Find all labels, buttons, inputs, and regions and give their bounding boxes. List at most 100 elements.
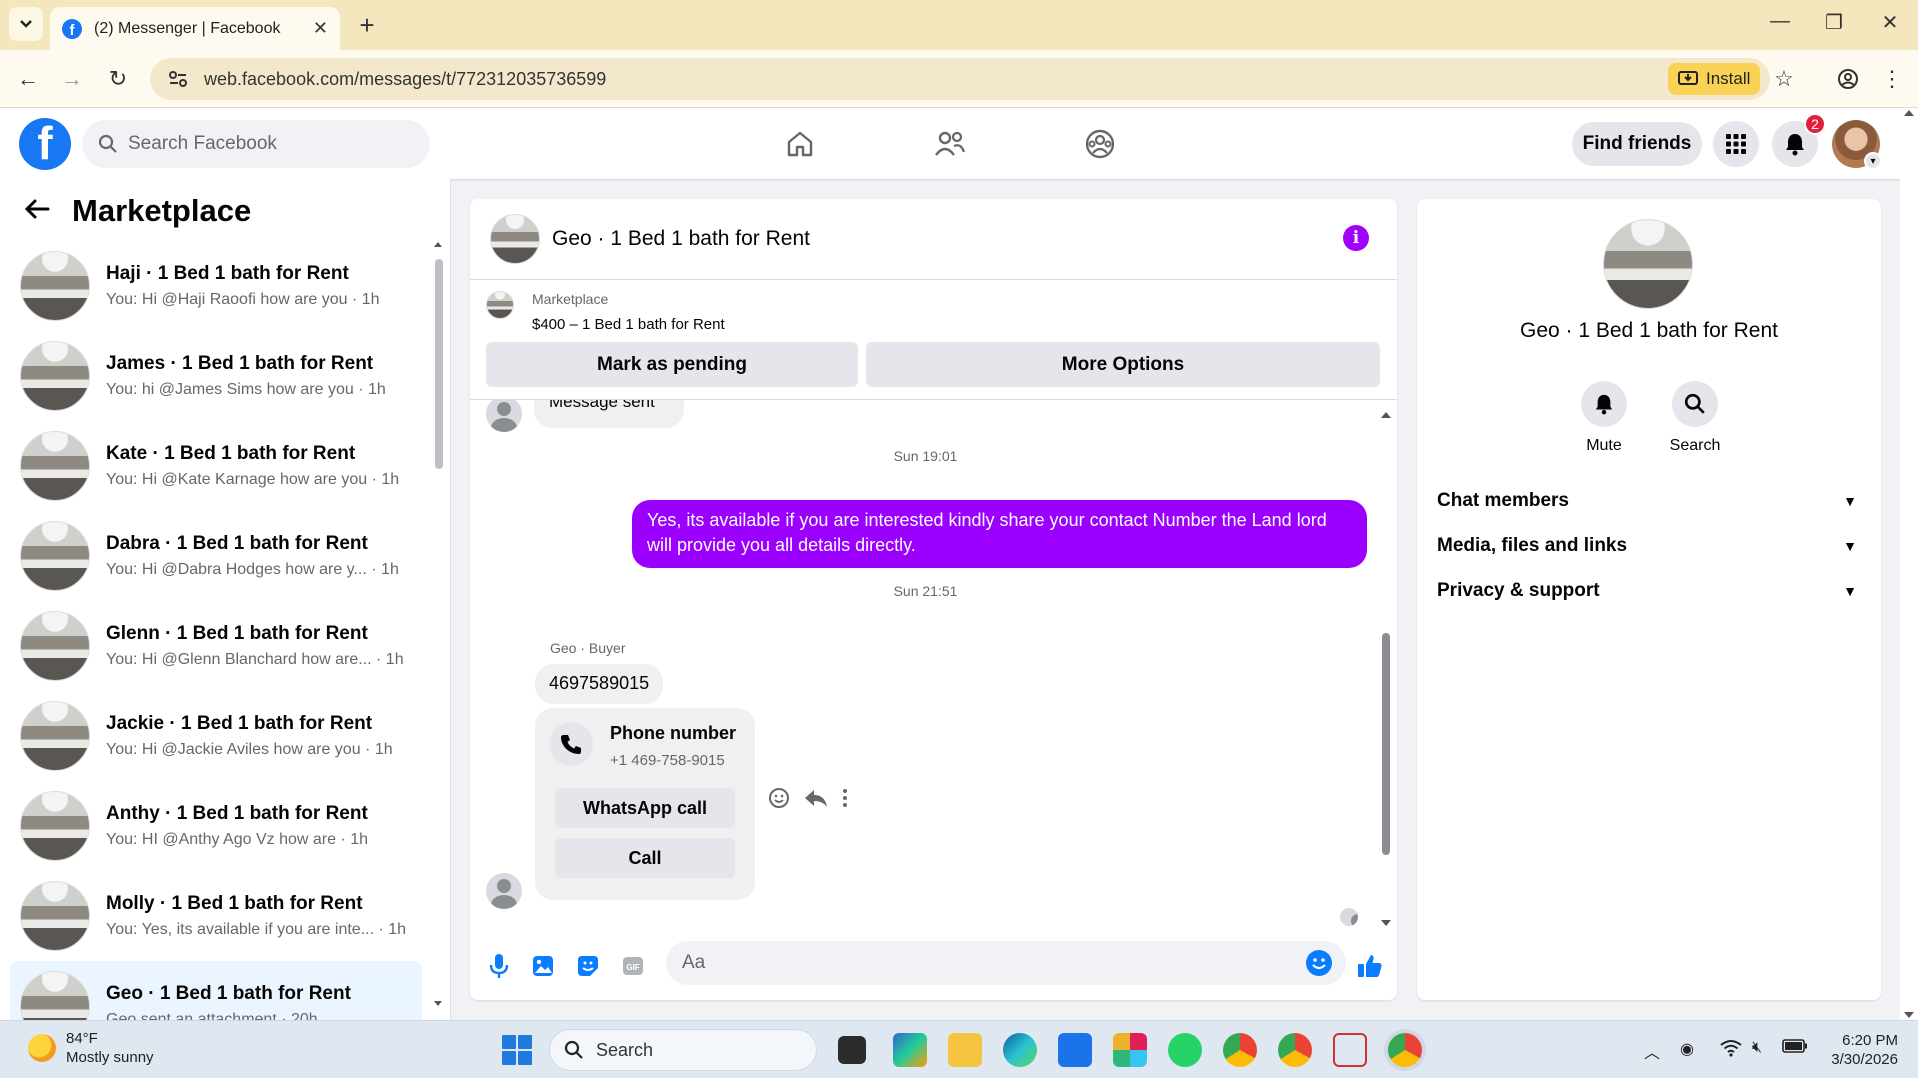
wifi-icon[interactable]	[1720, 1039, 1742, 1062]
privacy-support-section[interactable]: Privacy & support ▼	[1437, 580, 1857, 602]
facebook-header: f Search Facebook Find friends 2 ▾	[0, 108, 1900, 179]
minimize-icon[interactable]: —	[1760, 10, 1800, 33]
slack-icon[interactable]	[1113, 1033, 1147, 1067]
browser-menu-icon[interactable]: ⋮	[1876, 63, 1908, 95]
sender-avatar	[486, 400, 522, 432]
info-title: Geo · 1 Bed 1 bath for Rent	[1520, 319, 1778, 342]
forward-icon[interactable]: →	[56, 63, 88, 95]
more-options-button[interactable]: More Options	[866, 342, 1380, 387]
photo-icon[interactable]	[530, 953, 556, 979]
microsoft-365-icon[interactable]	[893, 1033, 927, 1067]
close-tab-icon[interactable]: ✕	[313, 18, 328, 39]
emoji-icon[interactable]	[1306, 950, 1332, 976]
restore-icon[interactable]: ❐	[1814, 10, 1854, 35]
address-bar[interactable]: web.facebook.com/messages/t/772312035736…	[150, 58, 1770, 100]
battery-icon[interactable]	[1782, 1039, 1808, 1058]
conversation-item[interactable]: Glenn · 1 Bed 1 bath for Rent You: Hi @Gl…	[10, 601, 422, 691]
find-friends-button[interactable]: Find friends	[1572, 122, 1702, 166]
whatsapp-icon[interactable]	[1168, 1033, 1202, 1067]
conversation-item[interactable]: Jackie · 1 Bed 1 bath for Rent You: Hi @J…	[10, 691, 422, 781]
snipping-tool-icon[interactable]	[1333, 1033, 1367, 1067]
close-window-icon[interactable]: ✕	[1870, 10, 1910, 35]
mark-as-pending-button[interactable]: Mark as pending	[486, 342, 858, 387]
reply-icon[interactable]	[804, 788, 828, 813]
listing-thumbnail	[20, 881, 90, 951]
edge-icon[interactable]	[1003, 1033, 1037, 1067]
message-bubble-incoming[interactable]: 4697589015	[535, 664, 664, 704]
reload-icon[interactable]: ↻	[102, 63, 134, 95]
more-vertical-icon[interactable]	[842, 788, 848, 813]
windows-start-icon[interactable]	[502, 1035, 532, 1065]
chat-title[interactable]: Geo · 1 Bed 1 bath for Rent	[552, 227, 810, 251]
friends-icon[interactable]	[932, 126, 968, 162]
profile-icon[interactable]	[1832, 63, 1864, 95]
conversation-item[interactable]: Kate · 1 Bed 1 bath for Rent You: Hi @Kat…	[10, 421, 422, 511]
file-explorer-icon[interactable]	[948, 1033, 982, 1067]
show-hidden-icons-chevron-icon[interactable]: ︿	[1644, 1039, 1660, 1063]
conversation-item[interactable]: James · 1 Bed 1 bath for Rent You: hi @Ja…	[10, 331, 422, 421]
mute-button[interactable]: Mute	[1569, 381, 1639, 455]
facebook-logo[interactable]: f	[19, 118, 71, 170]
store-icon[interactable]	[1058, 1033, 1092, 1067]
menu-grid-icon[interactable]	[1713, 121, 1759, 167]
chevron-down-icon[interactable]: ▾	[1864, 152, 1882, 170]
media-files-links-section[interactable]: Media, files and links ▼	[1437, 535, 1857, 557]
search-icon	[98, 134, 117, 153]
chrome-active-icon[interactable]	[1388, 1033, 1422, 1067]
taskbar-clock[interactable]: 6:20 PM 3/30/2026	[1828, 1031, 1898, 1069]
chat-scroll-thumb[interactable]	[1382, 633, 1390, 855]
home-icon[interactable]	[782, 126, 818, 162]
install-app-button[interactable]: Install	[1668, 63, 1760, 95]
site-info-icon[interactable]	[166, 67, 190, 91]
chat-header: Geo · 1 Bed 1 bath for Rent i	[470, 199, 1397, 280]
message-input[interactable]: Aa	[666, 941, 1346, 985]
sidebar-scroll-thumb[interactable]	[435, 259, 443, 469]
svg-text:GIF: GIF	[626, 963, 639, 972]
microphone-icon[interactable]	[486, 953, 512, 979]
tab-title: (2) Messenger | Facebook	[94, 19, 281, 37]
message-bubble-outgoing[interactable]: Yes, its available if you are interested…	[632, 500, 1367, 568]
listing-thumbnail	[20, 971, 90, 1020]
new-tab-button[interactable]: +	[352, 10, 382, 40]
sticker-icon[interactable]	[575, 953, 601, 979]
sender-label: Geo · Buyer	[550, 640, 626, 656]
conversation-item[interactable]: Molly · 1 Bed 1 bath for Rent You: Yes, i…	[10, 871, 422, 961]
chrome-icon[interactable]	[1223, 1033, 1257, 1067]
message-bubble-incoming[interactable]: Message sent	[534, 400, 684, 428]
weather-widget[interactable]: 84°F Mostly sunny	[28, 1029, 154, 1067]
conversation-item[interactable]: Anthy · 1 Bed 1 bath for Rent You: HI @An…	[10, 781, 422, 871]
sidebar-title: Marketplace	[72, 193, 252, 228]
conversation-item[interactable]: Dabra · 1 Bed 1 bath for Rent You: Hi @Da…	[10, 511, 422, 601]
weather-condition: Mostly sunny	[66, 1049, 154, 1066]
windows-taskbar: 84°F Mostly sunny Search ︿ ◉ 🔇︎ 6:20 PM …	[0, 1020, 1918, 1078]
speaker-muted-icon[interactable]: 🔇︎	[1752, 1039, 1762, 1057]
back-icon[interactable]: ←	[12, 63, 44, 95]
back-arrow-icon[interactable]	[24, 194, 54, 228]
conversation-item[interactable]: Haji · 1 Bed 1 bath for Rent You: Hi @Haj…	[10, 241, 422, 331]
search-in-conversation-button[interactable]: Search	[1660, 381, 1730, 455]
chat-members-section[interactable]: Chat members ▼	[1437, 490, 1857, 512]
bookmark-star-icon[interactable]: ☆	[1768, 63, 1800, 95]
facebook-search-input[interactable]: Search Facebook	[82, 120, 430, 168]
phone-card-number: +1 469-758-9015	[610, 752, 725, 769]
task-view-icon[interactable]	[838, 1036, 866, 1064]
groups-icon[interactable]	[1082, 126, 1118, 162]
listing-price-title: $400 – 1 Bed 1 bath for Rent	[532, 316, 725, 333]
whatsapp-call-button[interactable]: WhatsApp call	[555, 788, 735, 828]
chrome-profile-icon[interactable]	[1278, 1033, 1312, 1067]
chevron-down-icon: ▼	[1843, 493, 1857, 509]
page-scrollbar[interactable]	[1900, 108, 1918, 1020]
thumbs-up-icon[interactable]	[1357, 953, 1383, 979]
gif-icon[interactable]: GIF	[620, 953, 646, 979]
taskbar-search[interactable]: Search	[549, 1029, 817, 1071]
call-button[interactable]: Call	[555, 838, 735, 878]
tab-list-button[interactable]	[9, 7, 43, 41]
browser-tab-messenger[interactable]: f (2) Messenger | Facebook ✕	[50, 7, 340, 50]
network-status-icon[interactable]: ◉	[1680, 1039, 1694, 1059]
info-icon[interactable]: i	[1343, 225, 1369, 251]
conversation-item-active[interactable]: Geo · 1 Bed 1 bath for Rent Geo sent an a…	[10, 961, 422, 1020]
react-emoji-icon[interactable]	[768, 787, 790, 814]
chat-panel: Geo · 1 Bed 1 bath for Rent i Marketplac…	[470, 199, 1397, 1000]
chat-listing-thumbnail[interactable]	[490, 214, 540, 264]
marketplace-listing[interactable]: Marketplace $400 – 1 Bed 1 bath for Rent	[486, 291, 725, 333]
